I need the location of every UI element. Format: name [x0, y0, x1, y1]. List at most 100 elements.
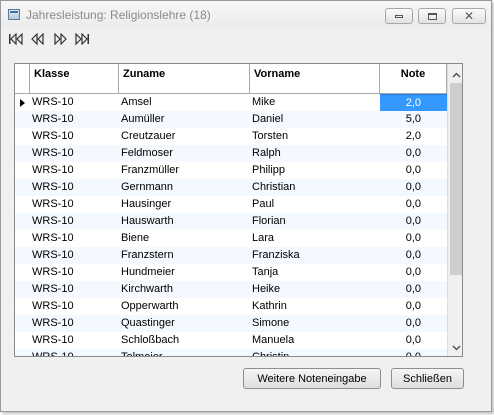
row-selector[interactable] — [15, 128, 30, 145]
table-row[interactable]: WRS-10 Creutzauer Torsten 2,0 — [15, 128, 447, 145]
cell-vorname: Florian — [252, 215, 286, 227]
row-selector[interactable] — [15, 315, 30, 332]
row-selector[interactable] — [15, 111, 30, 128]
table-row[interactable]: WRS-10 Gernmann Christian 0,0 — [15, 179, 447, 196]
cell-klasse: WRS-10 — [32, 198, 74, 210]
row-selector[interactable] — [15, 196, 30, 213]
current-row-icon — [20, 99, 25, 107]
close-icon: ✕ — [463, 9, 475, 23]
row-selector[interactable] — [15, 145, 30, 162]
column-header-klasse[interactable]: Klasse — [30, 64, 119, 94]
minimize-button[interactable] — [385, 8, 413, 24]
column-header-vorname[interactable]: Vorname — [250, 64, 380, 94]
cell-klasse: WRS-10 — [32, 147, 74, 159]
table-row[interactable]: WRS-10 Aumüller Daniel 5,0 — [15, 111, 447, 128]
cell-klasse: WRS-10 — [32, 113, 74, 125]
cell-note[interactable]: 0,0 — [380, 230, 447, 247]
scroll-up-button[interactable] — [448, 66, 462, 83]
cell-note[interactable]: 2,0 — [380, 94, 447, 111]
row-selector[interactable] — [15, 213, 30, 230]
cell-note[interactable]: 0,0 — [380, 145, 447, 162]
cell-zuname: Feldmoser — [121, 147, 173, 159]
row-selector[interactable] — [15, 162, 30, 179]
last-record-button[interactable] — [73, 31, 91, 47]
cell-vorname: Christian — [252, 181, 296, 193]
column-header-zuname[interactable]: Zuname — [119, 64, 250, 94]
record-navigator — [7, 31, 91, 47]
cell-note[interactable]: 0,0 — [380, 196, 447, 213]
cell-zuname: Biene — [121, 232, 150, 244]
vertical-scrollbar[interactable] — [447, 64, 462, 356]
table-row[interactable]: WRS-10 Quastinger Simone 0,0 — [15, 315, 447, 332]
more-grades-button[interactable]: Weitere Noteneingabe — [243, 368, 381, 389]
cell-zuname: Franzstern — [121, 249, 174, 261]
table-row[interactable]: WRS-10 Franzmüller Philipp 0,0 — [15, 162, 447, 179]
row-selector[interactable] — [15, 332, 30, 349]
window-title: Jahresleistung: Religionslehre (18) — [26, 8, 211, 22]
cell-note[interactable]: 0,0 — [380, 162, 447, 179]
cell-note[interactable]: 0,0 — [380, 281, 447, 298]
table-row[interactable]: WRS-10 Franzstern Franziska 0,0 — [15, 247, 447, 264]
cell-note[interactable]: 0,0 — [380, 315, 447, 332]
cell-zuname: Franzmüller — [121, 164, 180, 176]
row-selector[interactable] — [15, 298, 30, 315]
row-selector[interactable] — [15, 281, 30, 298]
cell-note[interactable]: 0,0 — [380, 213, 447, 230]
maximize-icon — [427, 12, 437, 20]
cell-vorname: Christin — [252, 351, 290, 357]
cell-zuname: Amsel — [121, 96, 152, 108]
next-record-button[interactable] — [51, 31, 69, 47]
close-window-button[interactable]: ✕ — [452, 8, 486, 24]
cell-klasse: WRS-10 — [32, 266, 74, 278]
column-header-note[interactable]: Note — [380, 64, 447, 94]
cell-zuname: Creutzauer — [121, 130, 176, 142]
scroll-thumb[interactable] — [450, 83, 462, 275]
cell-note[interactable]: 5,0 — [380, 111, 447, 128]
cell-klasse: WRS-10 — [32, 249, 74, 261]
table-row[interactable]: WRS-10 Opperwarth Kathrin 0,0 — [15, 298, 447, 315]
maximize-button[interactable] — [418, 8, 446, 24]
cell-zuname: Aumüller — [121, 113, 165, 125]
first-record-button[interactable] — [7, 31, 25, 47]
close-button[interactable]: Schließen — [391, 368, 464, 389]
cell-note[interactable]: 0,0 — [380, 349, 447, 356]
table-row[interactable]: WRS-10 Kirchwarth Heike 0,0 — [15, 281, 447, 298]
previous-record-icon — [31, 33, 44, 45]
grades-window: Jahresleistung: Religionslehre (18) ✕ Kl… — [0, 0, 492, 412]
title-bar[interactable]: Jahresleistung: Religionslehre (18) ✕ — [1, 1, 491, 27]
row-selector[interactable] — [15, 179, 30, 196]
table-row[interactable]: WRS-10 Hundmeier Tanja 0,0 — [15, 264, 447, 281]
row-selector[interactable] — [15, 247, 30, 264]
cell-note[interactable]: 0,0 — [380, 298, 447, 315]
cell-note[interactable]: 0,0 — [380, 332, 447, 349]
row-selector[interactable] — [15, 349, 30, 356]
cell-vorname: Paul — [252, 198, 275, 210]
cell-note[interactable]: 0,0 — [380, 247, 447, 264]
cell-vorname: Mike — [252, 96, 276, 108]
cell-klasse: WRS-10 — [32, 334, 74, 346]
table-row[interactable]: WRS-10 Amsel Mike 2,0 — [15, 94, 447, 111]
cell-vorname: Torsten — [252, 130, 289, 142]
table-row[interactable]: WRS-10 Hauswarth Florian 0,0 — [15, 213, 447, 230]
row-selector[interactable] — [15, 94, 30, 111]
cell-zuname: Hundmeier — [121, 266, 175, 278]
row-selector[interactable] — [15, 230, 30, 247]
cell-klasse: WRS-10 — [32, 164, 74, 176]
table-row[interactable]: WRS-10 Feldmoser Ralph 0,0 — [15, 145, 447, 162]
chevron-up-icon — [452, 72, 460, 77]
table-row[interactable]: WRS-10 Schloßbach Manuela 0,0 — [15, 332, 447, 349]
cell-note[interactable]: 0,0 — [380, 179, 447, 196]
row-indicator-header — [15, 64, 30, 94]
grades-table[interactable]: Klasse Zuname Vorname Note WRS-10 Amsel Mi… — [14, 63, 463, 357]
row-selector[interactable] — [15, 264, 30, 281]
cell-note[interactable]: 2,0 — [380, 128, 447, 145]
cell-zuname: Hausinger — [121, 198, 172, 210]
previous-record-button[interactable] — [29, 31, 47, 47]
scroll-down-button[interactable] — [448, 339, 462, 356]
cell-klasse: WRS-10 — [32, 317, 74, 329]
table-row[interactable]: WRS-10 Tolmeier Christin 0,0 — [15, 349, 447, 357]
cell-note[interactable]: 0,0 — [380, 264, 447, 281]
table-row[interactable]: WRS-10 Biene Lara 0,0 — [15, 230, 447, 247]
last-record-icon — [75, 33, 89, 45]
table-row[interactable]: WRS-10 Hausinger Paul 0,0 — [15, 196, 447, 213]
